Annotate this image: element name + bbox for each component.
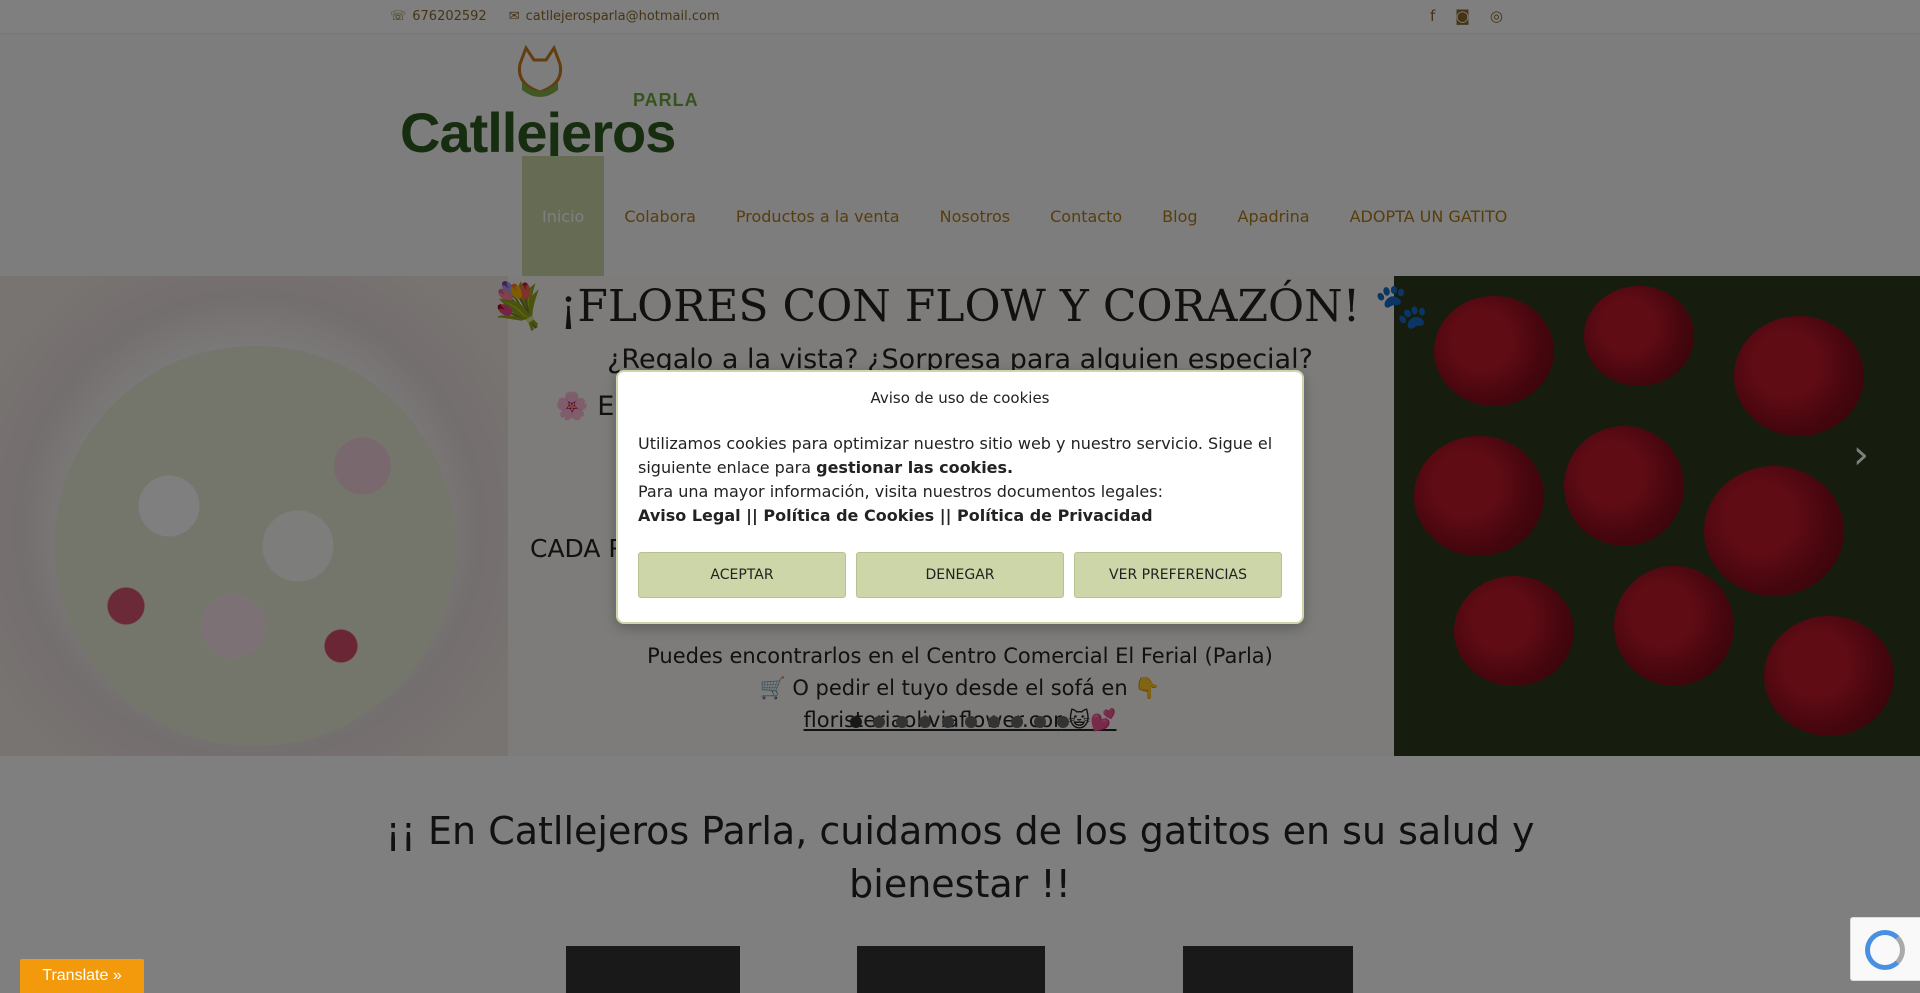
cookie-preferences-button[interactable]: VER PREFERENCIAS (1074, 552, 1282, 598)
cookie-text-2: Para una mayor información, visita nuest… (638, 482, 1163, 501)
cookie-buttons: ACEPTAR DENEGAR VER PREFERENCIAS (638, 552, 1282, 598)
cookie-dialog-body: Utilizamos cookies para optimizar nuestr… (638, 432, 1288, 528)
recaptcha-icon (1865, 930, 1905, 970)
legal-links[interactable]: Aviso Legal || Política de Cookies || Po… (638, 506, 1153, 525)
translate-button[interactable]: Translate » (20, 959, 144, 993)
recaptcha-badge[interactable] (1850, 917, 1920, 981)
cookie-consent-dialog: Aviso de uso de cookies Utilizamos cooki… (616, 370, 1304, 624)
manage-cookies-link[interactable]: gestionar las cookies. (816, 458, 1013, 477)
cookie-dialog-title: Aviso de uso de cookies (870, 389, 1050, 407)
accept-cookies-button[interactable]: ACEPTAR (638, 552, 846, 598)
deny-cookies-button[interactable]: DENEGAR (856, 552, 1064, 598)
